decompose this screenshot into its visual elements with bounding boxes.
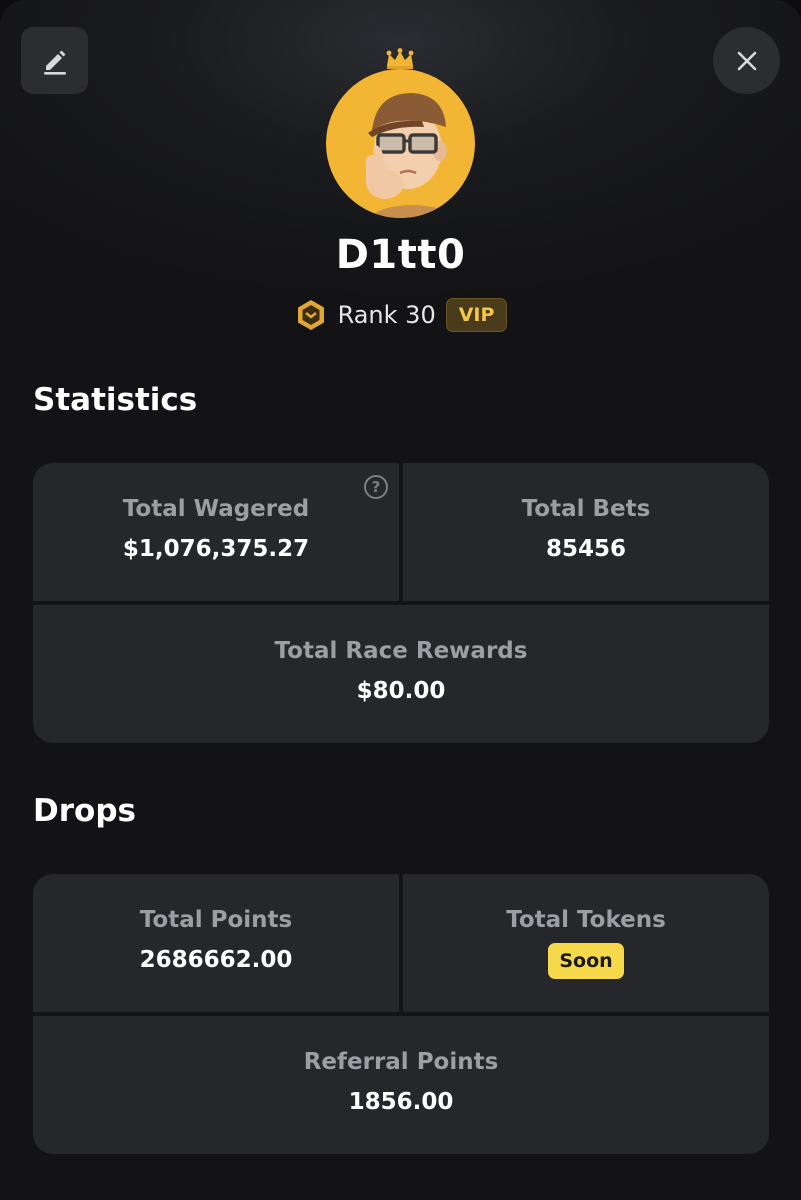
referral-points-cell: Referral Points 1856.00 <box>33 1049 769 1115</box>
username: D1tt0 <box>335 232 466 278</box>
total-race-rewards-cell: Total Race Rewards $80.00 <box>33 638 769 704</box>
avatar <box>326 69 475 218</box>
referral-points-value: 1856.00 <box>348 1089 454 1115</box>
total-bets-cell: Total Bets 85456 <box>403 496 769 562</box>
close-button[interactable] <box>713 27 780 94</box>
total-bets-label: Total Bets <box>521 496 651 522</box>
statistics-title: Statistics <box>33 382 198 418</box>
rank-row: Rank 30 VIP <box>0 296 801 334</box>
hexagon-rank-icon <box>297 300 324 330</box>
edit-profile-button[interactable] <box>21 27 88 94</box>
total-race-rewards-label: Total Race Rewards <box>274 638 528 664</box>
soon-badge: Soon <box>548 943 624 979</box>
total-points-cell: Total Points 2686662.00 <box>33 907 399 973</box>
statistics-card: Total Wagered $1,076,375.27 ? Total Bets… <box>33 463 769 743</box>
total-wagered-label: Total Wagered <box>122 496 310 522</box>
referral-points-label: Referral Points <box>303 1049 499 1075</box>
total-wagered-cell: Total Wagered $1,076,375.27 <box>33 496 399 562</box>
profile-panel: D1tt0 Rank 30 VIP Statistics Total Wager… <box>0 0 801 1200</box>
total-tokens-cell: Total Tokens Soon <box>403 907 769 979</box>
total-bets-value: 85456 <box>545 536 627 562</box>
vip-badge: VIP <box>445 298 508 332</box>
help-icon[interactable]: ? <box>364 475 388 499</box>
divider <box>33 1012 769 1016</box>
memoji-avatar-icon <box>365 93 452 218</box>
drops-title: Drops <box>33 793 136 829</box>
total-race-rewards-value: $80.00 <box>356 678 446 704</box>
close-x-icon <box>737 51 756 70</box>
crown-icon <box>386 48 414 69</box>
divider <box>33 601 769 605</box>
drops-card: Total Points 2686662.00 Total Tokens Soo… <box>33 874 769 1154</box>
total-wagered-value: $1,076,375.27 <box>122 536 310 562</box>
total-tokens-label: Total Tokens <box>506 907 666 933</box>
rank-label: Rank 30 <box>337 301 436 329</box>
pencil-edit-icon <box>43 50 66 75</box>
total-points-value: 2686662.00 <box>139 947 293 973</box>
total-points-label: Total Points <box>139 907 293 933</box>
